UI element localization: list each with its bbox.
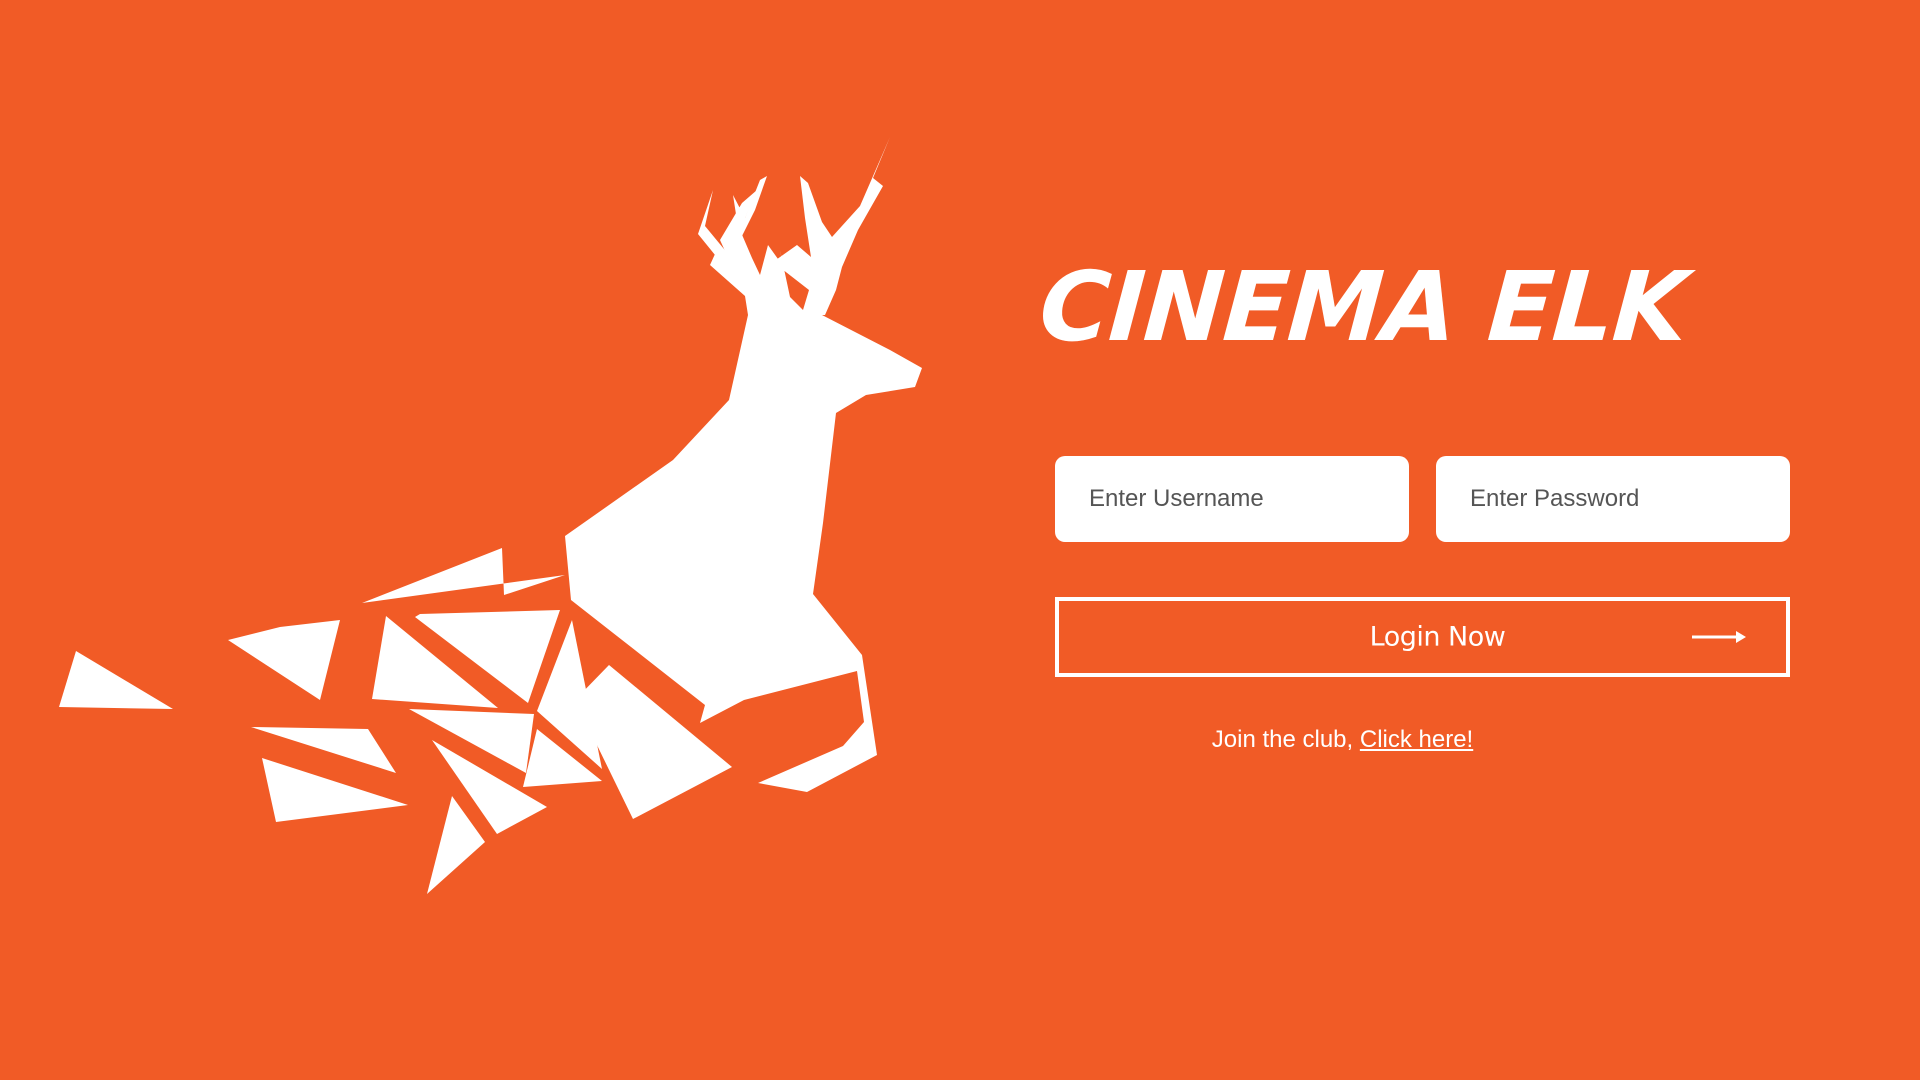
login-button[interactable]: Login Now [1055,597,1790,677]
login-button-label: Login Now [1369,621,1506,653]
signup-prompt: Join the club, Click here! [1055,726,1790,754]
username-input[interactable] [1055,456,1409,542]
brand-title: CINEMA ELK [1036,251,1691,363]
arrow-right-icon [1692,631,1746,643]
elk-logo-icon [59,137,922,894]
credentials-row [1055,456,1790,542]
password-input[interactable] [1436,456,1790,542]
login-page: CINEMA ELK Login Now Join the club, Clic… [0,0,1920,1080]
signup-link[interactable]: Click here! [1360,726,1473,753]
signup-prompt-text: Join the club, [1211,726,1360,753]
